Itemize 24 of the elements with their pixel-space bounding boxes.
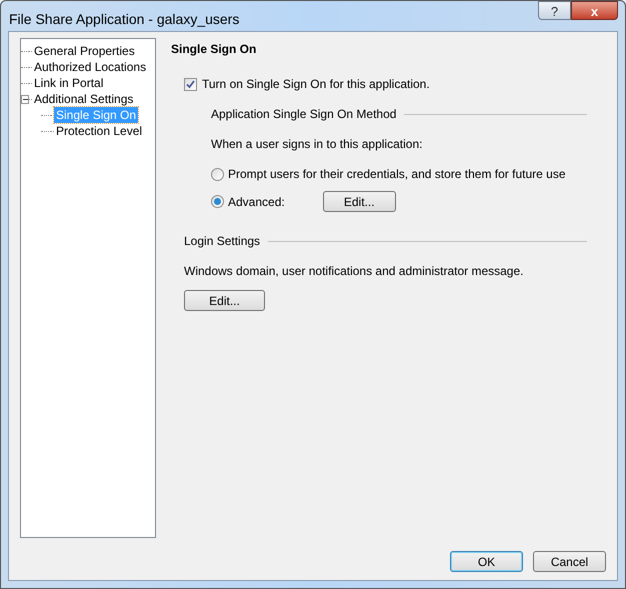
checkbox-label: Turn on Single Sign On for this application. [202, 76, 430, 93]
radio-label: Prompt users for their credentials, and store them for future use [228, 166, 566, 183]
window-title: File Share Application - galaxy_users [9, 10, 240, 29]
description-text: Windows domain, user notifications and administrator message. [184, 263, 524, 280]
edit-button[interactable]: Edit... [184, 290, 265, 311]
tree-item[interactable]: Additional Settings [32, 91, 136, 107]
cancel-button[interactable]: Cancel [533, 551, 606, 572]
ok-button[interactable]: OK [450, 551, 523, 572]
tree-item[interactable]: Authorized Locations [32, 59, 148, 75]
checkbox[interactable] [184, 78, 197, 90]
radio-button[interactable] [211, 195, 224, 208]
edit-button[interactable]: Edit... [322, 191, 396, 212]
tree-item[interactable]: Protection Level [54, 123, 144, 139]
instruction-text: When a user signs in to this application: [211, 136, 424, 153]
help-button[interactable]: ? [538, 1, 571, 20]
group-title: Application Single Sign On Method [211, 106, 396, 123]
tree-item[interactable]: Link in Portal [32, 75, 106, 91]
radio-button[interactable] [211, 168, 224, 180]
close-button[interactable]: x [571, 1, 618, 20]
tree-item[interactable]: General Properties [32, 43, 137, 59]
page-heading: Single Sign On [171, 41, 258, 58]
group-title: Login Settings [184, 233, 260, 250]
collapse-toggle-icon[interactable] [21, 94, 29, 104]
radio-label: Advanced: [228, 194, 285, 210]
